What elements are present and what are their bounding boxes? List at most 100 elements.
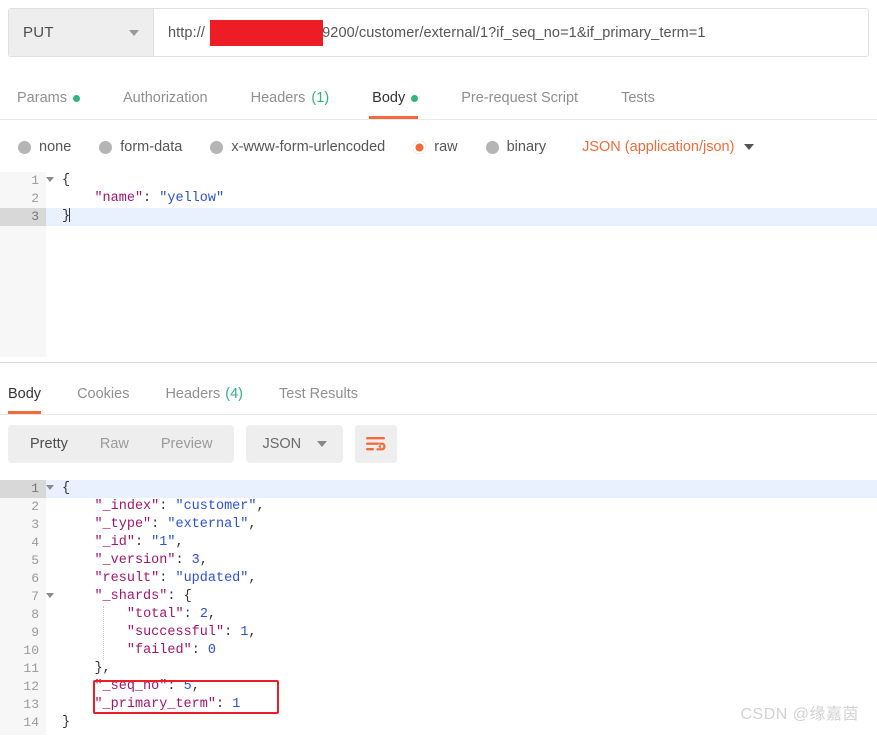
code-line: 2 "_index": "customer",	[0, 498, 877, 516]
line-number: 1	[0, 172, 54, 190]
line-number: 2	[0, 190, 46, 208]
line-number: 6	[0, 570, 46, 588]
response-format-select[interactable]: JSON	[246, 425, 344, 463]
view-mode-preview-label: Preview	[160, 436, 213, 452]
chevron-down-icon	[129, 29, 139, 36]
line-number: 1	[0, 480, 54, 498]
wrap-text-button[interactable]	[355, 425, 398, 463]
response-tab-body[interactable]: Body	[8, 374, 55, 414]
code-line: 1{	[0, 172, 877, 190]
view-mode-preview[interactable]: Preview	[145, 425, 229, 463]
line-number: 9	[0, 624, 46, 642]
tab-params[interactable]: Params	[14, 77, 96, 119]
code-line: 1{	[0, 480, 877, 498]
line-number: 14	[0, 714, 46, 732]
tab-body[interactable]: Body	[369, 77, 434, 119]
status-dot-icon	[72, 94, 80, 102]
line-number: 10	[0, 642, 46, 660]
tab-headers[interactable]: Headers (1)	[248, 77, 346, 119]
line-number: 5	[0, 552, 46, 570]
response-tab-headers-label: Headers	[165, 386, 221, 402]
tab-params-label: Params	[17, 90, 67, 106]
code-text: "_shards": {	[94, 589, 192, 604]
line-number: 3	[0, 208, 46, 226]
response-code-lines: 1{2 "_index": "customer", 3 "_type": "ext…	[0, 480, 877, 732]
chevron-down-icon	[744, 144, 755, 150]
view-mode-pretty[interactable]: Pretty	[14, 425, 84, 463]
line-number: 13	[0, 696, 46, 714]
body-type-none-label: none	[39, 139, 72, 155]
code-line: 14}	[0, 714, 877, 732]
body-type-binary[interactable]: binary	[485, 139, 547, 155]
request-code-lines: 1{2 "name": "yellow" 3}	[0, 172, 877, 226]
radio-icon	[485, 140, 499, 154]
code-line: 13 "_primary_term": 1	[0, 696, 877, 714]
code-text: },	[94, 661, 111, 676]
response-body-editor[interactable]: 1{2 "_index": "customer", 3 "_type": "ext…	[0, 480, 877, 735]
response-format-label: JSON	[262, 436, 302, 452]
body-type-binary-label: binary	[506, 139, 547, 155]
code-line: 12 "_seq_no": 5,	[0, 678, 877, 696]
url-input[interactable]: http:// :9200/customer/external/1?if_seq…	[154, 9, 868, 56]
body-type-none[interactable]: none	[18, 139, 71, 155]
line-number: 12	[0, 678, 46, 696]
line-number: 4	[0, 534, 46, 552]
tab-pre-request-script[interactable]: Pre-request Script	[458, 77, 594, 119]
body-type-urlencoded[interactable]: x-www-form-urlencoded	[210, 139, 385, 155]
code-line: 6 "result": "updated",	[0, 570, 877, 588]
fold-arrow-icon[interactable]	[46, 177, 54, 182]
code-text: "_index": "customer",	[94, 499, 265, 514]
response-tab-cookies-label: Cookies	[77, 386, 130, 402]
view-mode-pretty-label: Pretty	[30, 436, 68, 452]
response-tab-body-label: Body	[8, 386, 42, 402]
line-number: 8	[0, 606, 46, 624]
code-text: }	[62, 715, 71, 730]
response-tab-test-results[interactable]: Test Results	[279, 374, 372, 414]
line-number: 7	[0, 588, 54, 606]
response-toolbar: Pretty Raw Preview JSON	[8, 425, 398, 463]
response-view-mode-group: Pretty Raw Preview	[8, 425, 235, 463]
response-tabs: Body Cookies Headers (4) Test Results	[0, 375, 877, 415]
content-type-label: JSON (application/json)	[582, 139, 735, 155]
status-dot-icon	[411, 94, 419, 102]
body-type-row: none form-data x-www-form-urlencoded raw…	[0, 126, 877, 168]
response-tab-cookies[interactable]: Cookies	[77, 374, 143, 414]
tab-body-label: Body	[372, 90, 406, 106]
response-tab-test-results-label: Test Results	[279, 386, 358, 402]
body-type-urlencoded-label: x-www-form-urlencoded	[231, 139, 386, 155]
radio-icon	[210, 140, 224, 154]
view-mode-raw-label: Raw	[99, 436, 129, 452]
code-text: "name": "yellow"	[94, 191, 225, 206]
body-type-form-data[interactable]: form-data	[99, 139, 182, 155]
url-prefix-text: http://	[168, 24, 205, 41]
code-text: "_version": 3,	[94, 553, 208, 568]
view-mode-raw[interactable]: Raw	[84, 425, 145, 463]
code-text: "_type": "external",	[94, 517, 257, 532]
code-line: 3}	[0, 208, 877, 226]
request-url-bar: PUT http:// :9200/customer/external/1?if…	[8, 8, 869, 57]
tab-headers-label: Headers	[250, 90, 306, 106]
content-type-select[interactable]: JSON (application/json)	[582, 139, 755, 155]
code-line: 8 "total": 2,	[0, 606, 877, 624]
line-number: 3	[0, 516, 46, 534]
request-body-editor[interactable]: 1{2 "name": "yellow" 3}	[0, 172, 877, 357]
radio-selected-icon	[413, 140, 427, 154]
response-tab-headers-count: (4)	[225, 386, 243, 402]
code-text: "successful": 1,	[126, 625, 257, 640]
tab-tests[interactable]: Tests	[618, 77, 671, 119]
redaction-block-host	[210, 20, 323, 46]
fold-arrow-icon[interactable]	[46, 485, 54, 490]
code-line: 7 "_shards": {	[0, 588, 877, 606]
tab-pre-request-script-label: Pre-request Script	[461, 90, 579, 106]
code-line: 10 "failed": 0	[0, 642, 877, 660]
response-tab-headers[interactable]: Headers (4)	[165, 374, 257, 414]
fold-arrow-icon[interactable]	[46, 593, 54, 598]
tab-authorization-label: Authorization	[122, 90, 208, 106]
tab-authorization[interactable]: Authorization	[120, 77, 224, 119]
code-text: "result": "updated",	[94, 571, 257, 586]
request-tabs: Params Authorization Headers (1) Body Pr…	[0, 78, 877, 120]
body-type-raw[interactable]: raw	[413, 139, 458, 155]
tab-tests-label: Tests	[621, 90, 655, 106]
pane-divider	[0, 362, 877, 363]
http-method-select[interactable]: PUT	[9, 9, 154, 56]
